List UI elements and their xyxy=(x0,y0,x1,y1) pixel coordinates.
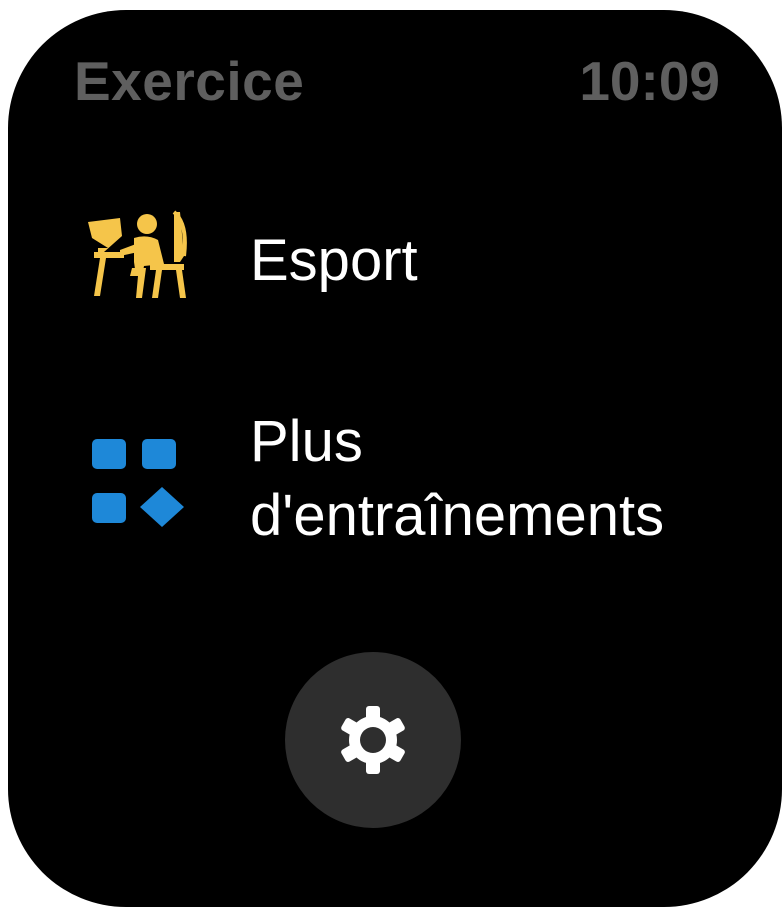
menu-item-label: Esport xyxy=(250,228,418,293)
page-title: Exercice xyxy=(74,50,305,112)
esport-player-icon xyxy=(84,206,194,306)
more-workouts-grid-icon xyxy=(90,437,190,537)
watch-screen: Exercice 10:09 Esport Plus d'entraînemen… xyxy=(8,10,782,907)
settings-button[interactable] xyxy=(285,652,461,828)
menu-item-esport[interactable]: Esport xyxy=(8,200,782,320)
clock-time: 10:09 xyxy=(579,50,720,112)
gear-icon xyxy=(335,702,411,778)
menu-item-label: Plus d'entraînements xyxy=(250,409,665,548)
menu-item-more-workouts[interactable]: Plus d'entraînements xyxy=(8,405,782,575)
